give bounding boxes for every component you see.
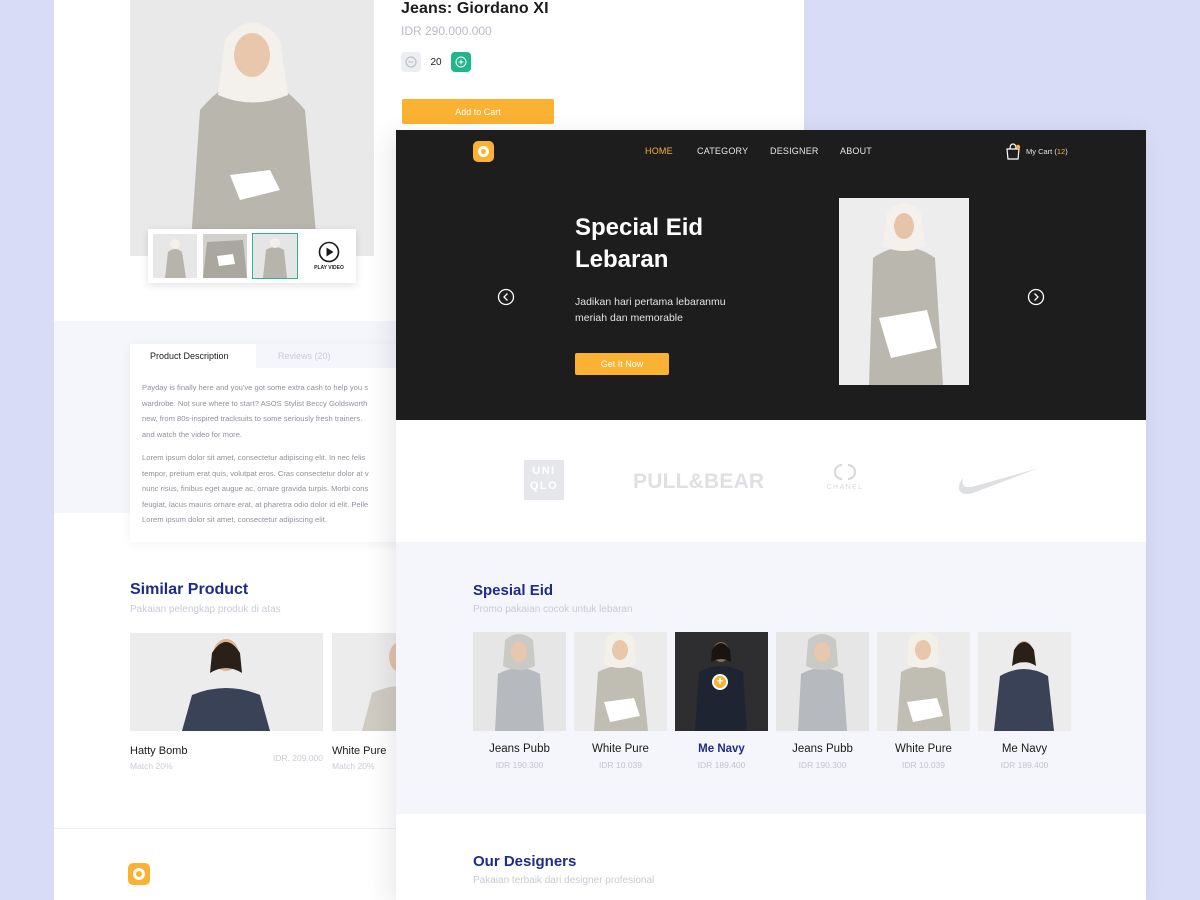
add-to-cart-icon[interactable]: + xyxy=(712,674,728,690)
eid-product-card[interactable]: Jeans Pubb IDR 190.300 xyxy=(473,632,566,770)
brand-logo[interactable] xyxy=(473,141,494,162)
hero-image xyxy=(839,198,969,385)
eid-product-image[interactable]: + xyxy=(675,632,768,731)
play-icon xyxy=(318,241,340,263)
similar-product-name: White Pure xyxy=(332,745,387,757)
hero-subtitle: Jadikan hari pertama lebaranmu meriah dan… xyxy=(575,296,726,324)
chanel-logo[interactable]: CHANEL xyxy=(822,462,868,491)
nike-logo[interactable] xyxy=(953,464,1041,498)
next-slide-arrow[interactable] xyxy=(1027,288,1045,306)
eid-product-card[interactable]: White Pure IDR 10.039 xyxy=(574,632,667,770)
tab-product-description[interactable]: Product Description xyxy=(150,351,229,361)
product-main-photo xyxy=(130,0,374,256)
similar-product-match: Match 20% xyxy=(130,761,173,771)
cart-label: My Cart (12) xyxy=(1026,147,1068,156)
eid-product-image[interactable] xyxy=(978,632,1071,731)
nav-designer[interactable]: DESIGNER xyxy=(770,146,819,156)
similar-products-subtitle: Pakaian pelengkap produk di atas xyxy=(130,604,281,615)
special-eid-title: Spesial Eid xyxy=(473,582,554,599)
similar-product-card[interactable]: Hatty Bomb Match 20% IDR. 209.000 xyxy=(130,633,323,771)
similar-product-price: IDR. 209.000 xyxy=(272,753,323,763)
minus-icon xyxy=(405,56,417,68)
brand-logos: UNI QLO PULL&BEAR CHANEL xyxy=(396,420,1146,542)
previous-slide-arrow[interactable] xyxy=(497,288,515,306)
thumbnail-3[interactable] xyxy=(252,233,298,279)
eid-product-image[interactable] xyxy=(473,632,566,731)
hero-title: Special Eid Lebaran xyxy=(575,214,704,273)
designers-title: Our Designers xyxy=(473,853,577,870)
eid-product-image[interactable] xyxy=(877,632,970,731)
eid-product-card[interactable]: Me Navy IDR 189.400 xyxy=(978,632,1071,770)
quantity-stepper: 20 xyxy=(401,52,471,72)
eid-product-card[interactable]: + Me Navy IDR 189.400 xyxy=(675,632,768,770)
designers-subtitle: Pakaian terbaik dari designer profesiona… xyxy=(473,875,655,886)
thumbnail-1[interactable] xyxy=(153,234,197,278)
eid-product-image[interactable] xyxy=(776,632,869,731)
product-title: Jeans: Giordano XI xyxy=(401,0,549,17)
nav-about[interactable]: ABOUT xyxy=(840,146,872,156)
my-cart-button[interactable]: My Cart (12) xyxy=(1005,143,1068,160)
eid-product-image[interactable] xyxy=(574,632,667,731)
cart-count: 12 xyxy=(1056,147,1066,156)
add-to-cart-button[interactable]: Add to Cart xyxy=(402,99,554,124)
eid-product-card[interactable]: Jeans Pubb IDR 190.300 xyxy=(776,632,869,770)
similar-products-title: Similar Product xyxy=(130,581,249,598)
thumbnail-2[interactable] xyxy=(203,234,247,278)
tab-reviews[interactable]: Reviews (20) xyxy=(278,351,331,361)
pull-and-bear-logo[interactable]: PULL&BEAR xyxy=(633,470,764,494)
uniqlo-logo[interactable]: UNI QLO xyxy=(524,460,564,500)
hero-banner: HOME CATEGORY DESIGNER ABOUT My Cart (12… xyxy=(396,130,1146,420)
similar-product-image[interactable] xyxy=(130,633,323,731)
home-page: HOME CATEGORY DESIGNER ABOUT My Cart (12… xyxy=(396,130,1146,900)
special-eid-subtitle: Promo pakaian cocok untuk lebaran xyxy=(473,604,633,615)
shopping-bag-icon xyxy=(1006,143,1021,160)
decrease-quantity-button[interactable] xyxy=(401,52,421,72)
plus-icon xyxy=(455,56,467,68)
product-price: IDR 290.000.000 xyxy=(401,24,492,38)
play-video-button[interactable]: PLAY VIDEO xyxy=(307,234,351,278)
nav-home[interactable]: HOME xyxy=(645,146,673,156)
get-it-now-button[interactable]: Get It Now xyxy=(575,353,669,375)
play-video-label: PLAY VIDEO xyxy=(314,265,344,271)
description-card: Product Description Reviews (20) Payday … xyxy=(130,344,556,542)
footer-logo[interactable] xyxy=(128,863,150,885)
increase-quantity-button[interactable] xyxy=(451,52,471,72)
similar-product-name: Hatty Bomb xyxy=(130,745,188,757)
product-thumbnails: PLAY VIDEO xyxy=(148,229,356,283)
quantity-value[interactable]: 20 xyxy=(429,57,443,68)
similar-product-match: Match 20% xyxy=(332,761,375,771)
nav-category[interactable]: CATEGORY xyxy=(697,146,748,156)
eid-product-card[interactable]: White Pure IDR 10.039 xyxy=(877,632,970,770)
